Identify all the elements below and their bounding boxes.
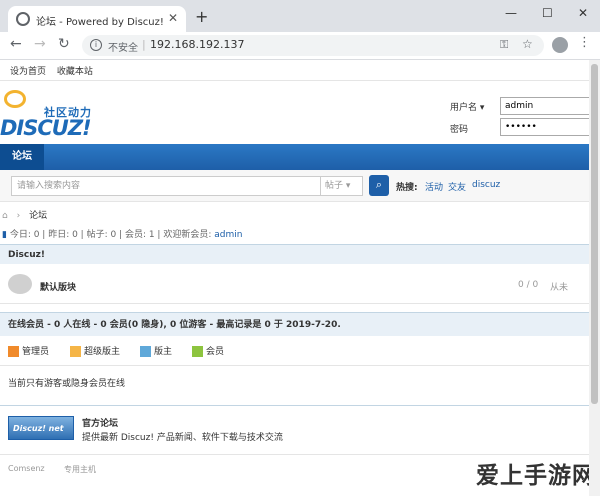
browser-toolbar: ← → ↻ i 不安全 | 192.168.192.137 ⚿ ☆ ⋮ [0,32,600,60]
footer-link-hosting[interactable]: 专用主机 [64,464,96,475]
logo-bubble-icon [4,90,26,108]
browser-tab[interactable]: 论坛 - Powered by Discuz! ✕ [8,6,186,32]
logo-wordmark: DISCUZ! [0,116,92,140]
forum-name-link[interactable]: 默认版块 [40,280,76,293]
legend-member: 会员 [192,344,224,357]
tab-title: 论坛 - Powered by Discuz! [36,17,164,28]
password-label: 密码 [450,125,469,135]
username-type-select[interactable]: 用户名 ▾ [450,100,484,113]
breadcrumb-separator: › [16,211,21,221]
new-tab-button[interactable]: + [195,7,208,26]
reload-icon[interactable]: ↻ [58,36,70,52]
browser-tab-bar: 论坛 - Powered by Discuz! ✕ + — ☐ ✕ [0,0,600,32]
divider [0,365,600,366]
search-input[interactable]: 请输入搜索内容 [11,176,321,196]
hot-link-friends[interactable]: 交友 [448,180,466,193]
key-icon[interactable]: ⚿ [500,38,508,52]
category-header[interactable]: Discuz! [0,244,600,264]
legend-label: 会员 [206,347,225,357]
bookmark-star-icon[interactable]: ☆ [522,37,533,51]
divider [0,405,600,406]
legend-admin: 管理员 [8,344,49,357]
search-type-select[interactable]: 帖子 ▾ [321,176,363,196]
super-moderator-icon [70,346,81,357]
close-tab-icon[interactable]: ✕ [168,11,178,25]
nav-item-forum[interactable]: 论坛 [0,144,44,170]
site-watermark: 爱上手游网 [476,463,596,489]
globe-icon [16,12,30,26]
scrollbar-thumb[interactable] [591,64,598,404]
minimize-icon[interactable]: — [505,6,517,20]
admin-icon [8,346,19,357]
hot-search-label: 热搜: [396,183,418,193]
search-button[interactable]: ⌕ [369,175,389,196]
hot-link-discuz[interactable]: discuz [472,180,500,190]
forum-bubble-icon [8,274,32,294]
legend-moderator: 版主 [140,344,172,357]
legend-label: 管理员 [22,347,50,357]
hot-link-activity[interactable]: 活动 [425,180,443,193]
divider [0,454,600,455]
main-nav: 论坛 [0,144,600,170]
close-window-icon[interactable]: ✕ [578,6,588,20]
forum-stats: ▮ 今日: 0 | 昨日: 0 | 帖子: 0 | 会员: 1 | 欢迎新会员:… [2,227,242,240]
bookmark-site-link[interactable]: 收藏本站 [57,67,93,77]
stats-text: 今日: 0 | 昨日: 0 | 帖子: 0 | 会员: 1 | 欢迎新会员: [9,230,215,240]
forum-last-post: 从未 [550,283,569,293]
moderator-icon [140,346,151,357]
home-icon[interactable]: ⌂ [2,211,8,221]
discuz-logo[interactable]: 社区动力 DISCUZ! [0,88,110,140]
password-input[interactable] [500,118,600,136]
profile-avatar-icon[interactable] [552,37,568,53]
forward-icon[interactable]: → [34,36,46,52]
legend-label: 版主 [154,347,173,357]
stats-chart-icon: ▮ [2,230,7,240]
member-icon [192,346,203,357]
online-note: 当前只有游客或隐身会员在线 [8,379,126,389]
new-member-link[interactable]: admin [214,230,242,240]
breadcrumb-current[interactable]: 论坛 [29,211,47,221]
search-bar: 请输入搜索内容 帖子 ▾ ⌕ 热搜: 活动 交友 discuz [0,170,600,202]
username-input[interactable] [500,97,600,115]
top-links: 设为首页 收藏本站 [10,64,101,77]
forum-row: 默认版块 0 / 0 从未 [0,268,600,304]
page-content: 设为首页 收藏本站 社区动力 DISCUZ! 用户名 ▾ 密码 论坛 请输入搜索… [0,60,600,496]
divider [0,80,600,81]
maximize-icon[interactable]: ☐ [542,6,553,20]
legend-label: 超级版主 [84,347,121,357]
breadcrumb: ⌂ › 论坛 [2,208,47,221]
back-icon[interactable]: ← [10,36,22,52]
search-icon: ⌕ [375,178,383,191]
info-icon[interactable]: i [90,39,102,51]
official-forum-desc: 提供最新 Discuz! 产品新闻、软件下载与技术交流 [82,433,283,443]
official-forum-link[interactable]: 官方论坛 [82,416,118,429]
url-text[interactable]: 192.168.192.137 [150,38,244,51]
legend-super-moderator: 超级版主 [70,344,120,357]
browser-menu-icon[interactable]: ⋮ [578,35,591,50]
omnibox-separator: | [142,38,146,51]
online-members-header[interactable]: 在线会员 - 0 人在线 - 0 会员(0 隐身), 0 位游客 - 最高记录是… [0,312,600,336]
official-forum-logo[interactable]: Discuz! net [8,416,74,440]
address-bar[interactable]: i 不安全 | 192.168.192.137 ⚿ ☆ [82,35,544,56]
insecure-label: 不安全 [108,43,138,54]
forum-post-count: 0 / 0 [518,280,539,290]
set-homepage-link[interactable]: 设为首页 [10,67,46,77]
footer-link-comsenz[interactable]: Comsenz [8,464,45,473]
